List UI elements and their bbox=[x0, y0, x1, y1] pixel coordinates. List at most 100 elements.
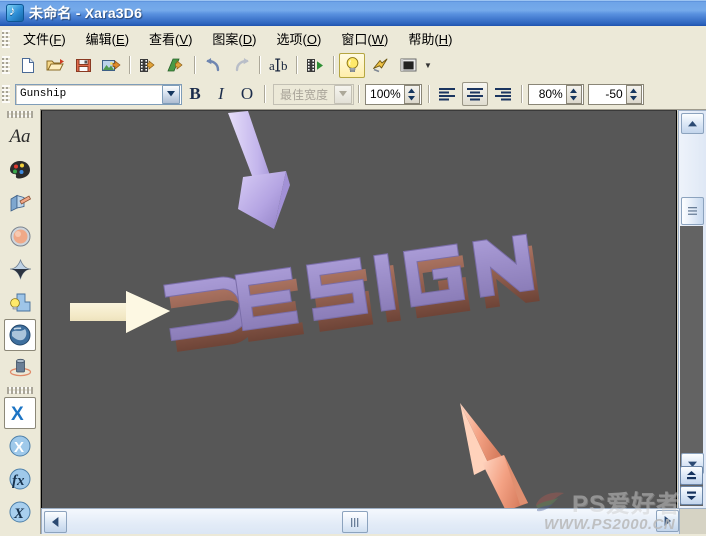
menu-help[interactable]: 帮助(H) bbox=[399, 26, 461, 51]
menu-bar: 文件(F) 编辑(E) 查看(V) 图案(D) 选项(O) 窗口(W) 帮助(H… bbox=[0, 26, 706, 52]
effect-fx-icon[interactable]: fx bbox=[4, 463, 36, 495]
tracking-spin-buttons[interactable] bbox=[403, 84, 420, 104]
import-animation-icon[interactable] bbox=[135, 53, 161, 78]
bevel-icon[interactable] bbox=[4, 220, 36, 252]
menu-view-label: 查看 bbox=[149, 32, 176, 47]
outline-button[interactable]: O bbox=[236, 83, 258, 105]
app-3d-icon bbox=[6, 3, 24, 22]
chevron-down-icon[interactable] bbox=[334, 84, 353, 104]
svg-text:fx: fx bbox=[12, 473, 25, 489]
effect-x-icon[interactable]: X bbox=[4, 397, 36, 429]
align-center-button[interactable] bbox=[461, 82, 488, 106]
export-image-icon[interactable] bbox=[98, 53, 124, 78]
new-icon[interactable] bbox=[14, 53, 40, 78]
italic-button[interactable]: I bbox=[210, 83, 232, 105]
page-down-button[interactable] bbox=[680, 486, 703, 505]
toolbar-separator-1 bbox=[129, 56, 130, 74]
open-folder-icon[interactable] bbox=[42, 53, 68, 78]
scroll-right-button[interactable] bbox=[656, 510, 679, 532]
play-animation-icon[interactable] bbox=[302, 53, 328, 78]
font-select[interactable]: Gunship bbox=[15, 83, 182, 105]
scroll-left-button[interactable] bbox=[44, 511, 67, 533]
menu-file[interactable]: 文件(F) bbox=[14, 26, 75, 51]
bold-button[interactable]: B bbox=[184, 83, 206, 105]
arrow-top-purple bbox=[228, 111, 290, 229]
window-title: 未命名 - Xara3D6 bbox=[29, 5, 143, 21]
bold-label: B bbox=[189, 84, 201, 103]
main-toolbar: a b ▼ bbox=[0, 51, 706, 80]
svg-text:X: X bbox=[11, 404, 24, 424]
scroll-up-button[interactable] bbox=[681, 113, 704, 134]
menu-window[interactable]: 窗口(W) bbox=[332, 26, 397, 51]
vertical-scrollbar[interactable] bbox=[678, 110, 706, 509]
align-left-button[interactable] bbox=[434, 82, 460, 106]
menu-help-label: 帮助 bbox=[408, 32, 435, 47]
lighting-icon[interactable] bbox=[4, 286, 36, 318]
best-width-select[interactable]: 最佳宽度 bbox=[273, 83, 355, 105]
size-value: 80% bbox=[538, 87, 563, 101]
effect-x-alt-icon[interactable]: X bbox=[4, 496, 36, 528]
horizontal-scrollbar[interactable] bbox=[41, 508, 680, 536]
save-disk-icon[interactable] bbox=[70, 53, 96, 78]
shadow-icon[interactable] bbox=[4, 253, 36, 285]
menu-view[interactable]: 查看(V) bbox=[140, 26, 201, 51]
menu-options-accel: O bbox=[306, 32, 317, 47]
page-up-button[interactable] bbox=[680, 466, 703, 485]
menu-options-label: 选项 bbox=[276, 32, 303, 47]
italic-label: I bbox=[218, 84, 224, 103]
lightning-icon[interactable] bbox=[367, 53, 393, 78]
main-toolbar-grip[interactable] bbox=[2, 56, 10, 74]
offset-value: -50 bbox=[605, 87, 623, 101]
offset-spin-buttons[interactable] bbox=[625, 84, 642, 104]
vertical-scroll-thumb[interactable] bbox=[681, 197, 704, 225]
effect-x-circle-icon[interactable]: X bbox=[4, 430, 36, 462]
color-palette-icon[interactable] bbox=[4, 154, 36, 186]
texture-globe-icon[interactable] bbox=[4, 319, 36, 351]
lightbulb-icon[interactable] bbox=[339, 52, 365, 78]
menu-options[interactable]: 选项(O) bbox=[268, 26, 331, 51]
align-right-button[interactable] bbox=[490, 82, 516, 106]
menu-help-accel: H bbox=[438, 32, 449, 47]
menu-design[interactable]: 图案(D) bbox=[203, 26, 265, 51]
toolbar-separator-4 bbox=[296, 56, 297, 74]
svg-text:X: X bbox=[14, 439, 24, 456]
toolbar-separator-9 bbox=[520, 85, 522, 103]
svg-text:X: X bbox=[13, 506, 25, 522]
arrow-left-cream bbox=[70, 291, 170, 333]
screen-preview-icon[interactable] bbox=[395, 53, 421, 78]
title-bar: 未命名 - Xara3D6 bbox=[0, 0, 706, 26]
size-spin-buttons[interactable] bbox=[565, 84, 582, 104]
text-toolbar: Gunship B I O 最佳宽度 100% 80% -50 bbox=[0, 79, 706, 110]
tools-panel-grip[interactable] bbox=[7, 111, 33, 118]
toolbar-separator-5 bbox=[333, 56, 334, 74]
horizontal-scroll-thumb[interactable] bbox=[342, 511, 368, 533]
menubar-grip[interactable] bbox=[2, 29, 10, 48]
menu-edit-label: 编辑 bbox=[85, 32, 112, 47]
chevron-down-icon[interactable]: ▼ bbox=[422, 55, 434, 75]
svg-text:a: a bbox=[269, 58, 275, 73]
text-toolbar-grip[interactable] bbox=[2, 85, 10, 103]
offset-stepper[interactable]: -50 bbox=[587, 83, 644, 105]
text-ab-icon[interactable]: a b bbox=[265, 53, 291, 78]
tracking-stepper[interactable]: 100% bbox=[365, 83, 422, 105]
tools-panel-grip-2[interactable] bbox=[7, 387, 33, 394]
toolbar-separator-8 bbox=[427, 85, 429, 103]
menu-window-label: 窗口 bbox=[341, 32, 368, 47]
text-options-icon[interactable]: Aa bbox=[4, 121, 36, 153]
menu-edit[interactable]: 编辑(E) bbox=[77, 26, 138, 51]
animation-3d-icon[interactable] bbox=[4, 352, 36, 384]
menu-window-accel: W bbox=[371, 32, 384, 47]
export-animation-icon[interactable] bbox=[163, 53, 189, 78]
xara3d-window: 未命名 - Xara3D6 文件(F) 编辑(E) 查看(V) 图案(D) 选项… bbox=[0, 0, 706, 536]
best-width-label: 最佳宽度 bbox=[280, 87, 329, 102]
menu-edit-accel: E bbox=[116, 32, 125, 47]
font-select-value: Gunship bbox=[20, 88, 67, 100]
text-options-label: Aa bbox=[9, 126, 31, 147]
size-stepper[interactable]: 80% bbox=[527, 83, 584, 105]
extrude-icon[interactable] bbox=[4, 187, 36, 219]
chevron-down-icon[interactable] bbox=[162, 84, 180, 104]
3d-canvas[interactable] bbox=[41, 110, 677, 509]
tools-panel: Aa X X fx X bbox=[0, 109, 41, 536]
redo-icon[interactable] bbox=[228, 53, 254, 78]
undo-icon[interactable] bbox=[200, 53, 226, 78]
